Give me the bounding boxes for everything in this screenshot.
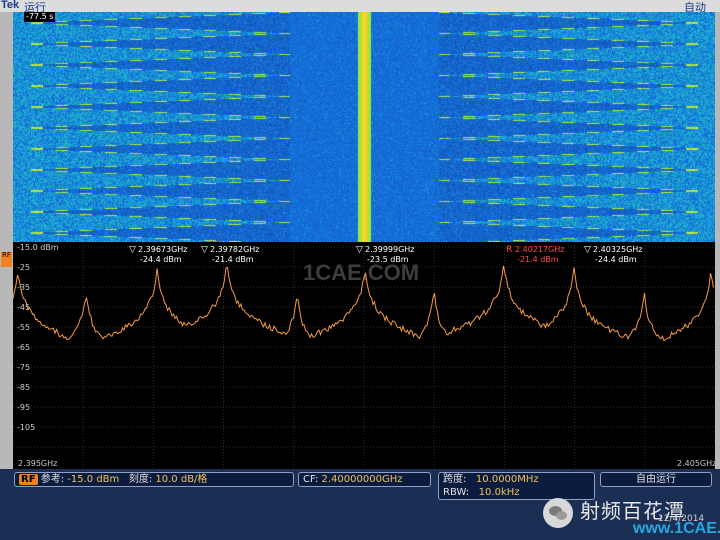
y-tick-label: -55 [17, 323, 30, 332]
top-status-bar: Tek 运行 自动 [0, 0, 720, 14]
marker-level: -24.4 dBm [140, 255, 182, 264]
reference-marker-icon: R [506, 245, 512, 255]
center-frequency-readout[interactable]: CF: 2.40000000GHz [298, 472, 431, 487]
brand-logo: Tek [1, 0, 20, 11]
marker-level: -23.5 dBm [367, 255, 409, 264]
x-start-label: 2.395GHz [18, 459, 57, 468]
wechat-watermark: 射频百花潭 12/4/2014 www.1CAE.com [540, 490, 720, 538]
y-tick-label: -25 [17, 263, 30, 272]
y-tick-label: -95 [17, 403, 30, 412]
scale-value: 10.0 dB/格 [155, 474, 208, 485]
spectrogram-waterfall[interactable] [13, 12, 715, 242]
y-tick-label: -75 [17, 363, 30, 372]
run-mode-label: 自由运行 [636, 474, 676, 485]
y-tick-label: -45 [17, 303, 30, 312]
cf-value: 2.40000000GHz [321, 474, 403, 485]
ref-label: 参考: [40, 474, 65, 485]
left-edge-strip: RF [0, 12, 13, 469]
rbw-label: RBW: [443, 487, 470, 498]
marker-level: -21.4 dBm [212, 255, 254, 264]
right-edge-strip [715, 12, 720, 469]
x-end-label: 2.405GHz [677, 459, 715, 468]
rbw-value: 10.0kHz [478, 487, 520, 498]
marker-frequency: 2.39673GHz [138, 245, 188, 254]
rf-badge: RF [19, 474, 38, 485]
marker-frequency: 2.39782GHz [210, 245, 260, 254]
scale-label: 刻度: [128, 474, 153, 485]
marker-triangle-icon: ▽ [201, 245, 208, 255]
spectrum-plot[interactable]: 1CAE.COM -15.0 dBm-25-35-45-55-65-75-85-… [13, 242, 715, 469]
marker-triangle-icon: ▽ [129, 245, 136, 255]
marker-triangle-icon: ▽ [356, 245, 363, 255]
cf-label: CF: [303, 474, 319, 485]
span-value: 10.0000MHz [475, 474, 539, 485]
wechat-icon [543, 498, 573, 528]
y-tick-label: -85 [17, 383, 30, 392]
marker-level: -21.4 dBm [517, 255, 559, 264]
y-tick-label: -15.0 dBm [17, 243, 59, 252]
rf-ref-marker: RF [1, 252, 12, 267]
waterfall-time-label: -77.5 s [24, 12, 56, 22]
marker-level: -24.4 dBm [595, 255, 637, 264]
marker-frequency: 2.39999GHz [365, 245, 415, 254]
ref-scale-readout[interactable]: RF 参考: -15.0 dBm 刻度: 10.0 dB/格 [14, 472, 294, 487]
marker-frequency: 2.40217GHz [515, 245, 565, 254]
ref-value: -15.0 dBm [67, 474, 120, 485]
site-watermark-logo: www.1CAE.com [633, 520, 720, 537]
y-tick-label: -105 [17, 423, 35, 432]
y-tick-label: -35 [17, 283, 30, 292]
y-tick-label: -65 [17, 343, 30, 352]
marker-frequency: 2.40325GHz [593, 245, 643, 254]
marker-triangle-icon: ▽ [584, 245, 591, 255]
span-label: 跨度: [443, 474, 467, 485]
free-run-button[interactable]: 自由运行 [600, 472, 712, 487]
